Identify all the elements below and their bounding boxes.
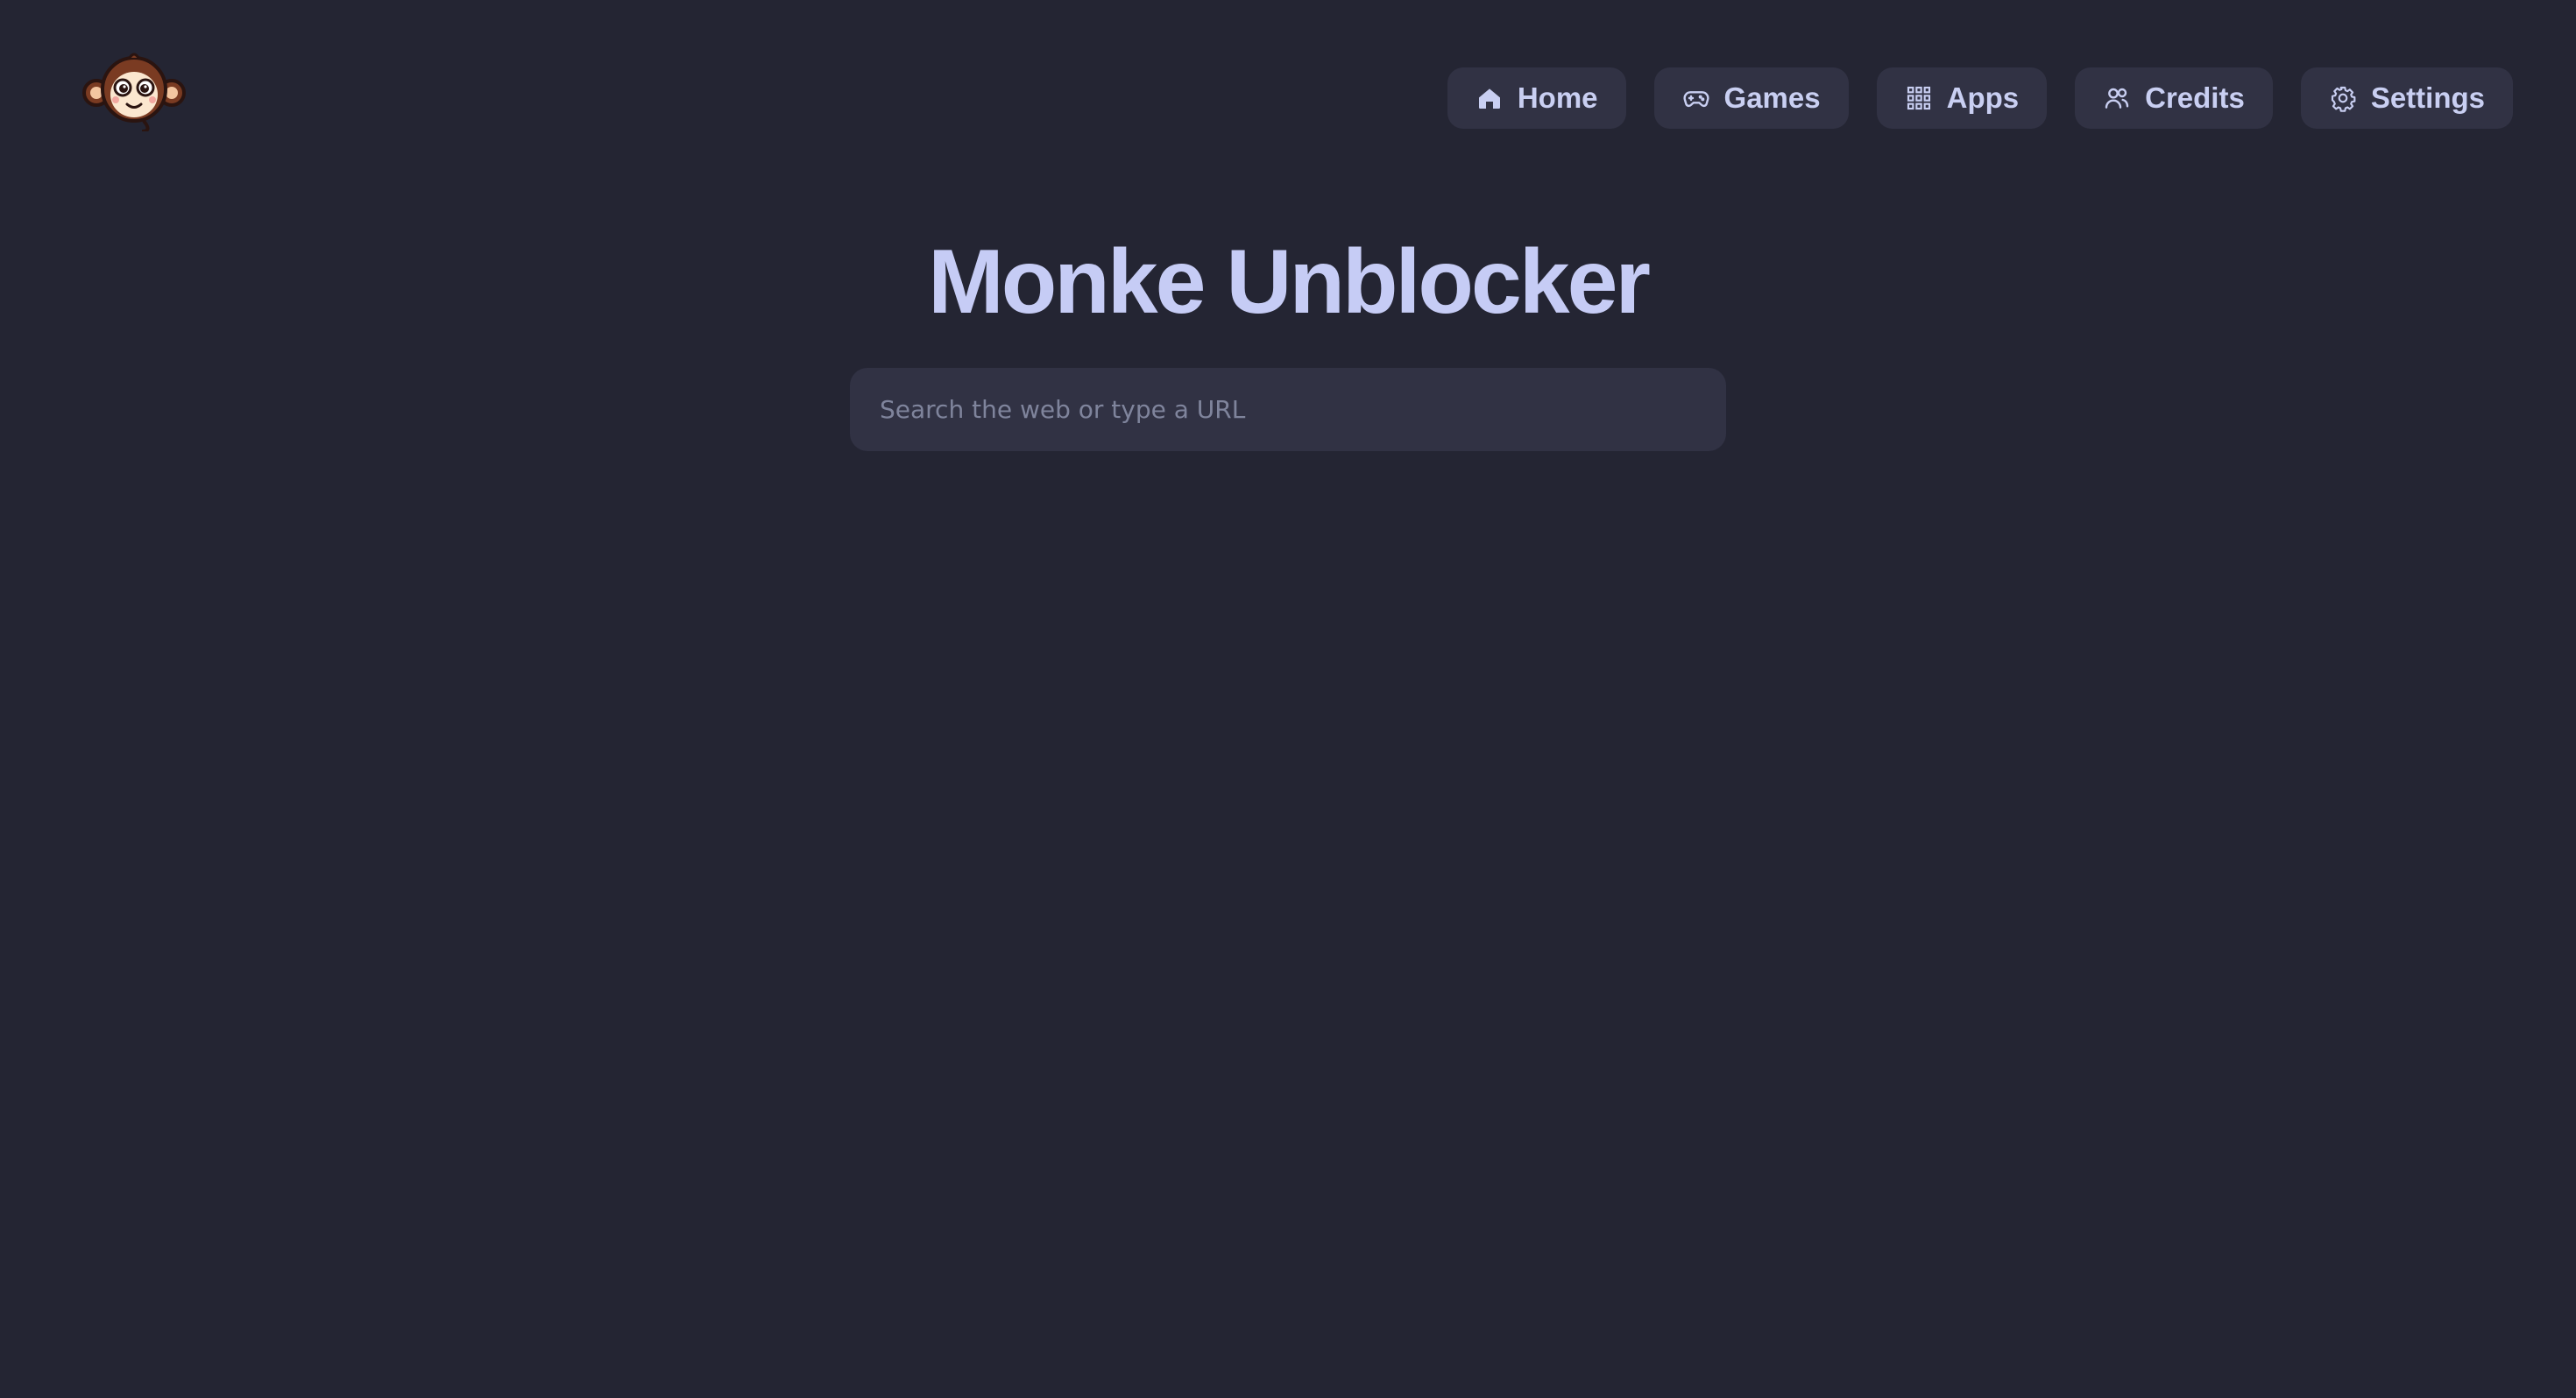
nav-credits-label: Credits — [2145, 81, 2245, 114]
monkey-face-icon — [82, 53, 186, 133]
page: Home Games Apps Credits Settings Monke U… — [0, 0, 2576, 1398]
top-nav: Home Games Apps Credits Settings — [1447, 67, 2513, 129]
nav-apps-label: Apps — [1946, 81, 2020, 114]
users-icon — [2103, 84, 2131, 112]
search-box — [850, 368, 1726, 451]
nav-apps-button[interactable]: Apps — [1876, 67, 2048, 129]
nav-home-button[interactable]: Home — [1447, 67, 1626, 129]
search-input[interactable] — [878, 394, 1698, 425]
nav-home-label: Home — [1517, 81, 1598, 114]
gear-icon — [2329, 84, 2357, 112]
page-title: Monke Unblocker — [928, 231, 1651, 333]
nav-games-button[interactable]: Games — [1653, 67, 1849, 129]
nav-credits-button[interactable]: Credits — [2075, 67, 2273, 129]
home-icon — [1476, 84, 1504, 112]
nav-games-label: Games — [1723, 81, 1821, 114]
nav-settings-button[interactable]: Settings — [2300, 67, 2513, 129]
grid-icon — [1905, 84, 1933, 112]
nav-settings-label: Settings — [2370, 81, 2485, 114]
logo[interactable] — [82, 49, 186, 133]
gamepad-icon — [1682, 84, 1710, 112]
